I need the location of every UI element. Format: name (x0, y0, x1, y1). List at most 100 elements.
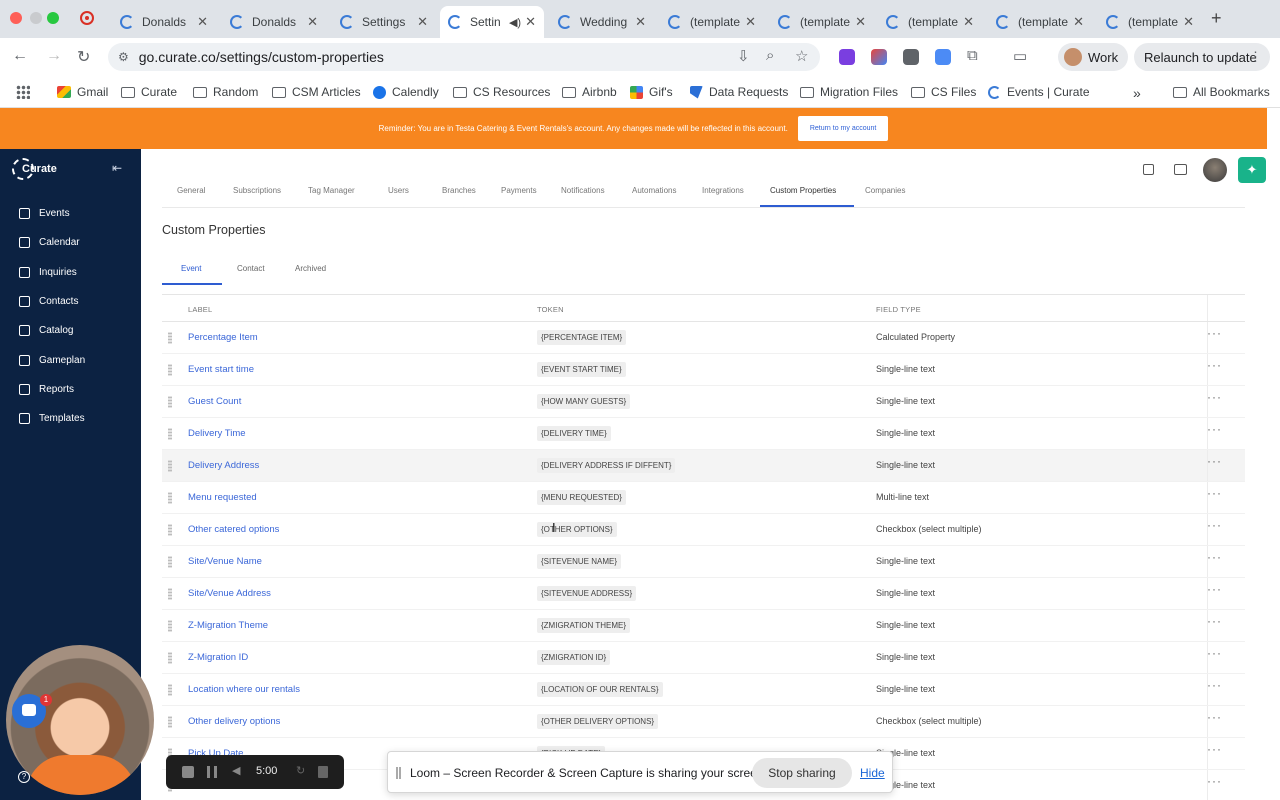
drag-handle-icon[interactable] (396, 767, 401, 779)
apps-grid-icon[interactable] (16, 85, 30, 99)
tab-companies[interactable]: Companies (865, 186, 905, 195)
forward-arrow-icon[interactable]: → (46, 47, 62, 65)
sidebar-item-reports[interactable]: Reports (0, 375, 141, 404)
drag-handle-icon[interactable] (168, 556, 172, 568)
tab-archived[interactable]: Archived (295, 264, 326, 273)
tab-users[interactable]: Users (388, 186, 409, 195)
property-label-link[interactable]: Guest Count (188, 396, 241, 407)
pause-icon[interactable] (207, 766, 217, 778)
table-row[interactable]: Z-Migration Theme {ZMIGRATION THEME} Singl… (162, 610, 1245, 642)
table-row[interactable]: Menu requested {MENU REQUESTED} Multi-line… (162, 482, 1245, 514)
bookmark-calendly[interactable]: Calendly (373, 85, 439, 99)
bookmark-gifs[interactable]: Gif's (630, 85, 673, 99)
drag-handle-icon[interactable] (168, 684, 172, 696)
more-actions-icon[interactable]: ··· (1207, 486, 1222, 500)
close-tab-icon[interactable]: ✕ (417, 14, 428, 30)
new-tab-button[interactable]: + (1211, 8, 1222, 29)
close-window-button[interactable] (10, 12, 22, 24)
tab-payments[interactable]: Payments (501, 186, 537, 195)
extensions-puzzle-icon[interactable]: ⧉ (967, 47, 978, 64)
bookmark-airbnb[interactable]: Airbnb (562, 85, 617, 99)
drag-handle-icon[interactable] (168, 396, 172, 408)
calendar-icon[interactable] (1143, 164, 1154, 175)
property-label-link[interactable]: Site/Venue Name (188, 556, 262, 567)
relaunch-button[interactable]: Relaunch to update ⋮ (1134, 43, 1270, 71)
property-label-link[interactable]: Site/Venue Address (188, 588, 271, 599)
tab-custom-properties[interactable]: Custom Properties (770, 186, 836, 195)
more-actions-icon[interactable]: ··· (1207, 358, 1222, 372)
close-tab-icon[interactable]: ✕ (1073, 14, 1084, 30)
gallery-icon[interactable] (1174, 164, 1187, 175)
drag-handle-icon[interactable] (168, 524, 172, 536)
bookmark-data-requests[interactable]: Data Requests (690, 85, 788, 99)
close-tab-icon[interactable]: ✕ (197, 14, 208, 30)
property-label-link[interactable]: Other delivery options (188, 716, 280, 727)
browser-tab[interactable]: (template ✕ (770, 6, 874, 38)
sidebar-item-contacts[interactable]: Contacts (0, 287, 141, 316)
table-row[interactable]: Delivery Address {DELIVERY ADDRESS IF DIF… (162, 450, 1245, 482)
return-to-account-button[interactable]: Return to my account (797, 116, 889, 141)
table-row[interactable]: Percentage Item {PERCENTAGE ITEM} Calculat… (162, 322, 1245, 354)
browser-tab[interactable]: (template ✕ (878, 6, 982, 38)
property-label-link[interactable]: Event start time (188, 364, 254, 375)
extension-icon[interactable] (839, 49, 855, 65)
property-label-link[interactable]: Menu requested (188, 492, 257, 503)
sidebar-item-catalog[interactable]: Catalog (0, 316, 141, 345)
table-row[interactable]: Delivery Time {DELIVERY TIME} Single-line … (162, 418, 1245, 450)
extension-icon[interactable] (935, 49, 951, 65)
table-row[interactable]: Location where our rentals {LOCATION OF O… (162, 674, 1245, 706)
property-label-link[interactable]: Other catered options (188, 524, 279, 535)
bookmark-cs-files[interactable]: CS Files (911, 85, 976, 99)
more-actions-icon[interactable]: ··· (1207, 646, 1222, 660)
hide-link[interactable]: Hide (860, 766, 885, 780)
curate-logo[interactable]: Curate (12, 158, 59, 180)
sidebar-item-gameplan[interactable]: Gameplan (0, 345, 141, 374)
tab-integrations[interactable]: Integrations (702, 186, 744, 195)
more-actions-icon[interactable]: ··· (1207, 518, 1222, 532)
browser-tab[interactable]: (template ✕ (1098, 6, 1202, 38)
sidebar-item-inquiries[interactable]: Inquiries (0, 258, 141, 287)
more-actions-icon[interactable]: ··· (1207, 614, 1222, 628)
all-bookmarks[interactable]: All Bookmarks (1173, 85, 1270, 99)
table-row[interactable]: Other catered options {OTHER OPTIONS} Chec… (162, 514, 1245, 546)
browser-tab[interactable]: Donalds ✕ (112, 6, 216, 38)
trash-icon[interactable] (318, 766, 328, 778)
more-actions-icon[interactable]: ··· (1207, 742, 1222, 756)
browser-tab[interactable]: Wedding ✕ (550, 6, 654, 38)
bookmark-migration-files[interactable]: Migration Files (800, 85, 898, 99)
tab-subscriptions[interactable]: Subscriptions (233, 186, 281, 195)
table-row[interactable]: Other delivery options {OTHER DELIVERY OP… (162, 706, 1245, 738)
sidebar-item-calendar[interactable]: Calendar (0, 228, 141, 257)
table-row[interactable]: Site/Venue Address {SITEVENUE ADDRESS} Sin… (162, 578, 1245, 610)
close-tab-icon[interactable]: ✕ (525, 14, 536, 30)
extension-icon[interactable] (871, 49, 887, 65)
sidebar-item-templates[interactable]: Templates (0, 404, 141, 433)
table-row[interactable]: Event start time {EVENT START TIME} Single… (162, 354, 1245, 386)
column-header-label[interactable]: LABEL (188, 305, 212, 314)
close-tab-icon[interactable]: ✕ (855, 14, 866, 30)
property-label-link[interactable]: Delivery Time (188, 428, 246, 439)
bookmark-star-icon[interactable]: ☆ (795, 47, 808, 65)
more-actions-icon[interactable]: ··· (1207, 326, 1222, 340)
back-arrow-icon[interactable]: ← (12, 47, 28, 65)
close-tab-icon[interactable]: ✕ (745, 14, 756, 30)
sidebar-item-events[interactable]: Events (0, 199, 141, 228)
url-text[interactable]: go.curate.co/settings/custom-properties (139, 49, 384, 65)
help-icon[interactable]: ? (18, 771, 30, 783)
tab-tag-manager[interactable]: Tag Manager (308, 186, 355, 195)
table-row[interactable]: Z-Migration ID {ZMIGRATION ID} Single-line… (162, 642, 1245, 674)
ai-sparkle-button[interactable]: ✦ (1238, 157, 1266, 183)
browser-tab[interactable]: (template ✕ (660, 6, 764, 38)
drag-handle-icon[interactable] (168, 428, 172, 440)
tab-search-icon[interactable]: ▭ (1013, 47, 1027, 65)
collapse-sidebar-icon[interactable]: ⇤ (112, 161, 122, 175)
bookmark-gmail[interactable]: Gmail (57, 85, 108, 99)
address-bar[interactable]: ⚙ go.curate.co/settings/custom-propertie… (108, 43, 820, 71)
site-info-icon[interactable]: ⚙ (118, 50, 129, 64)
minimize-window-button[interactable] (30, 12, 42, 24)
close-tab-icon[interactable]: ✕ (635, 14, 646, 30)
tab-notifications[interactable]: Notifications (561, 186, 605, 195)
more-actions-icon[interactable]: ··· (1207, 710, 1222, 724)
drag-handle-icon[interactable] (168, 652, 172, 664)
browser-tab-active[interactable]: Settin ◀) ✕ (440, 6, 544, 38)
